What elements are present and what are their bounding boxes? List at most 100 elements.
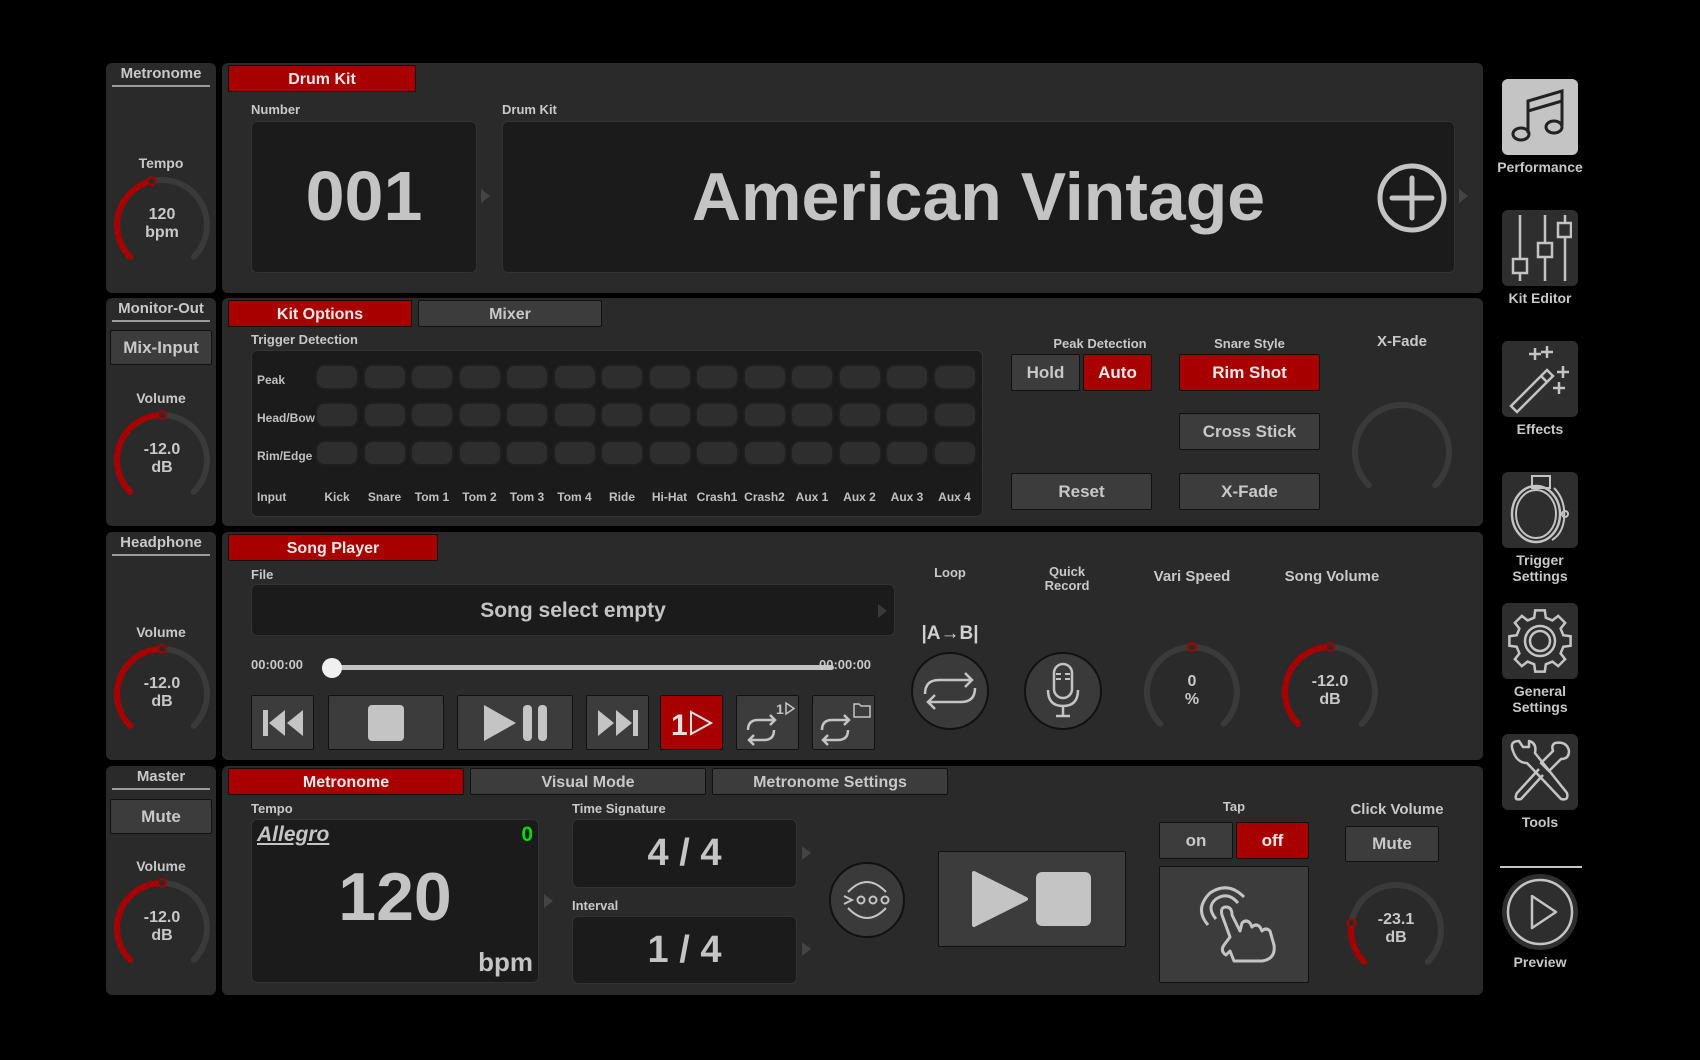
nav-performance[interactable]: Performance [1475,79,1605,175]
tab-song-player[interactable]: Song Player [228,534,438,561]
trigger-pad [792,366,832,388]
nav-label: General Settings [1512,683,1568,715]
rim-shot-button[interactable]: Rim Shot [1179,354,1320,391]
knob-label: Volume [136,390,186,406]
knob-handle[interactable] [1325,642,1335,652]
tap-off-button[interactable]: off [1236,822,1309,859]
reset-button[interactable]: Reset [1011,473,1152,510]
time-signature-value: 4 / 4 [647,832,722,874]
seek-slider[interactable] [322,658,834,678]
play-pause-button[interactable] [457,695,573,750]
song-player-panel: Song Player File Song select empty 00:00… [222,532,1483,760]
song-file-display[interactable]: Song select empty [251,584,895,636]
trigger-pad [649,442,690,464]
nav-tools[interactable]: Tools [1475,734,1605,830]
trigger-pad [317,442,357,464]
input-label: Hi-Hat [651,490,688,504]
peak-auto-button[interactable]: Auto [1083,354,1152,391]
knob-value: -12.0 [1311,673,1349,690]
input-label: Snare [367,490,402,504]
x-fade-button[interactable]: X-Fade [1179,473,1320,510]
drum-pad-icon [1510,475,1569,544]
input-label: Tom 2 [462,490,497,504]
knob-label: Volume [136,858,186,874]
knob-handle[interactable] [157,878,167,888]
add-kit-button[interactable] [1376,162,1448,234]
tempo-marking: Allegro [257,823,330,846]
nav-preview[interactable]: Preview [1475,874,1605,970]
repeat-one-button[interactable]: 1 [736,695,799,750]
kit-name-display[interactable]: American Vintage [502,121,1455,273]
loop-button[interactable] [911,652,989,730]
tab-metronome[interactable]: Metronome [228,768,464,795]
song-volume-knob[interactable]: -12.0 dB [1278,640,1382,744]
svg-text:1: 1 [671,709,688,739]
vari-speed-knob[interactable]: 0 % [1140,640,1244,744]
peak-hold-button[interactable]: Hold [1011,354,1080,391]
quick-record-label-line1: Quick [1048,564,1086,579]
tap-on-button[interactable]: on [1159,822,1233,859]
next-button[interactable] [586,695,649,750]
play-once-button[interactable]: 1 [660,695,723,750]
tab-kit-options[interactable]: Kit Options [228,300,412,327]
click-mute-button[interactable]: Mute [1345,826,1439,862]
x-fade-knob[interactable] [1348,398,1456,506]
nav-label: Trigger Settings [1512,552,1568,584]
click-volume-knob[interactable]: -23.1 dB [1344,878,1448,982]
nav-general-settings[interactable]: General Settings [1475,603,1605,715]
tab-visual-mode[interactable]: Visual Mode [470,768,706,795]
mix-input-button[interactable]: Mix-Input [110,330,212,365]
knob-handle[interactable] [157,410,167,420]
kit-number-display[interactable]: 001 [251,121,477,273]
trigger-pad [602,366,642,388]
repeat-folder-button[interactable] [812,695,875,750]
monitor-out-side-panel: Monitor-Out Mix-Input Volume -12.0 dB [106,298,216,526]
input-label: Crash1 [696,490,738,504]
tab-metronome-settings[interactable]: Metronome Settings [712,768,948,795]
input-label: Aux 3 [890,490,924,504]
master-volume-knob[interactable]: -12.0 dB [110,876,214,980]
interval-display[interactable]: 1 / 4 [572,916,797,984]
knob-handle[interactable] [1187,642,1197,652]
headphone-volume-knob[interactable]: -12.0 dB [110,642,214,746]
nav-label: Effects [1516,421,1564,437]
trigger-pad [459,404,500,426]
accent-pattern-button[interactable] [829,862,905,938]
song-volume-label: Song Volume [1284,568,1380,585]
metronome-start-stop-button[interactable] [938,851,1126,947]
nav-kit-editor[interactable]: Kit Editor [1475,210,1605,306]
quick-record-button[interactable] [1024,652,1102,730]
master-side-panel: Master Mute Volume -12.0 dB [106,766,216,995]
repeat-one-icon: 1 [746,701,795,746]
time-signature-display[interactable]: 4 / 4 [572,819,797,888]
trigger-pad [412,442,452,464]
stop-button[interactable] [328,695,444,750]
headphone-side-panel: Headphone Volume -12.0 dB [106,532,216,760]
knob-handle[interactable] [146,176,157,187]
magic-wand-icon [1509,346,1569,414]
time-signature-label: Time Signature [572,801,666,816]
repeat-folder-icon [820,702,871,746]
tempo-display[interactable]: Allegro 0 120 bpm [251,819,539,983]
monitor-volume-knob[interactable]: -12.0 dB [110,408,214,512]
master-mute-button[interactable]: Mute [110,799,212,834]
tap-tempo-button[interactable] [1159,866,1309,983]
svg-text:1: 1 [776,701,784,717]
previous-button[interactable] [251,695,314,750]
input-label: Ride [608,490,635,504]
skip-back-icon [262,709,303,736]
kit-options-panel: Kit Options Mixer Trigger Detection Peak… [222,298,1483,526]
knob-handle[interactable] [157,644,167,654]
cross-stick-button[interactable]: Cross Stick [1179,413,1320,450]
nav-effects[interactable]: Effects [1475,341,1605,437]
quick-record-label: Quick Record [1022,565,1112,593]
tab-drum-kit[interactable]: Drum Kit [228,65,416,92]
drum-kit-panel: Drum Kit Number 001 Drum Kit American Vi… [222,63,1483,293]
nav-trigger-settings[interactable]: Trigger Settings [1475,472,1605,584]
tempo-knob[interactable]: 120 bpm [110,173,214,277]
tab-mixer[interactable]: Mixer [418,300,602,327]
tempo-label: Tempo [251,801,293,816]
seek-thumb[interactable] [322,658,342,678]
nav-icon-box [1502,734,1578,810]
nav-icon-box [1502,874,1578,950]
